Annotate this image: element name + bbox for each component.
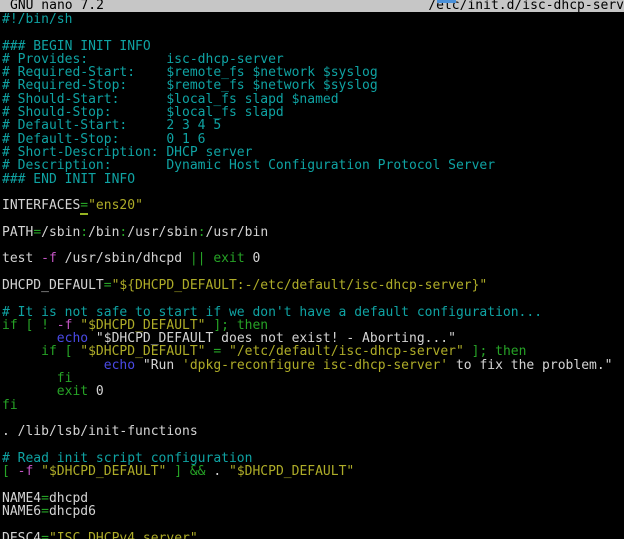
code-segment: echo bbox=[104, 358, 135, 373]
code-line: # Default-Stop: 0 1 6 bbox=[2, 133, 624, 146]
code-segment: 0 bbox=[88, 384, 104, 399]
code-line bbox=[2, 518, 624, 531]
code-line: if [ "$DHCPD_DEFAULT" = "/etc/default/is… bbox=[2, 345, 624, 358]
code-line bbox=[2, 239, 624, 252]
code-line: # Should-Stop: $local_fs slapd bbox=[2, 106, 624, 119]
code-line bbox=[2, 478, 624, 491]
code-segment: "ens20" bbox=[88, 198, 143, 213]
code-segment: "$DHCPD_DEFAULT" bbox=[41, 464, 166, 479]
code-segment: 0 bbox=[245, 251, 261, 266]
code-line: # Provides: isc-dhcp-server bbox=[2, 53, 624, 66]
code-segment: #!/bin/sh bbox=[2, 12, 72, 27]
code-segment: : bbox=[80, 225, 88, 240]
code-segment: -f bbox=[41, 251, 57, 266]
file-path-label: /etc/init.d/isc-dhcp-serv bbox=[428, 0, 624, 12]
code-segment: ] && bbox=[166, 464, 205, 479]
editor-area[interactable]: #!/bin/sh ### BEGIN INIT INFO# Provides:… bbox=[0, 12, 624, 539]
code-segment: = bbox=[41, 531, 49, 539]
code-line: ### END INIT INFO bbox=[2, 173, 624, 186]
code-segment: /usr/sbin bbox=[127, 225, 197, 240]
code-segment: DHCPD_DEFAULT bbox=[2, 278, 104, 293]
code-line bbox=[2, 266, 624, 279]
code-line: exit 0 bbox=[2, 385, 624, 398]
code-line bbox=[2, 212, 624, 225]
code-line: # Required-Stop: $remote_fs $network $sy… bbox=[2, 79, 624, 92]
code-line: fi bbox=[2, 399, 624, 412]
code-line: # Read init script configuration bbox=[2, 452, 624, 465]
code-segment: /usr/sbin/dhcpd bbox=[57, 251, 190, 266]
code-line: ### BEGIN INIT INFO bbox=[2, 40, 624, 53]
code-line: DHCPD_DEFAULT="${DHCPD_DEFAULT:-/etc/def… bbox=[2, 279, 624, 292]
code-segment bbox=[33, 464, 41, 479]
code-segment: ### END INIT INFO bbox=[2, 172, 135, 187]
code-line: test -f /usr/sbin/dhcpd || exit 0 bbox=[2, 252, 624, 265]
code-segment: 'dpkg-reconfigure isc-dhcp-server' bbox=[182, 358, 448, 373]
code-line: if [ ! -f "$DHCPD_DEFAULT" ]; then bbox=[2, 319, 624, 332]
text-cursor: = bbox=[80, 198, 88, 215]
code-segment: . /lib/lsb/init-functions bbox=[2, 424, 198, 439]
code-line: fi bbox=[2, 372, 624, 385]
code-line: # Should-Start: $local_fs slapd $named bbox=[2, 93, 624, 106]
code-line bbox=[2, 292, 624, 305]
code-line: NAME6=dhcpd6 bbox=[2, 505, 624, 518]
code-segment: to fix the problem." bbox=[448, 358, 612, 373]
code-segment: "${DHCPD_DEFAULT:-/etc/default/isc-dhcp-… bbox=[112, 278, 488, 293]
code-segment: "ISC DHCPv4 server" bbox=[49, 531, 198, 539]
code-segment: dhcpd6 bbox=[49, 504, 96, 519]
code-line: INTERFACES="ens20" bbox=[2, 199, 624, 212]
code-line: PATH=/sbin:/bin:/usr/sbin:/usr/bin bbox=[2, 226, 624, 239]
code-segment: -f bbox=[18, 464, 34, 479]
code-line: # Required-Start: $remote_fs $network $s… bbox=[2, 66, 624, 79]
code-segment: "$DHCPD_DEFAULT" bbox=[229, 464, 354, 479]
code-line: #!/bin/sh bbox=[2, 13, 624, 26]
code-line: . /lib/lsb/init-functions bbox=[2, 425, 624, 438]
code-segment: exit bbox=[57, 384, 88, 399]
code-segment bbox=[10, 464, 18, 479]
code-line: [ -f "$DHCPD_DEFAULT" ] && . "$DHCPD_DEF… bbox=[2, 465, 624, 478]
code-segment: || exit bbox=[190, 251, 245, 266]
code-segment: = bbox=[104, 278, 112, 293]
code-segment: = bbox=[41, 504, 49, 519]
code-line: NAME4=dhcpd bbox=[2, 492, 624, 505]
code-line: echo "$DHCPD_DEFAULT does not exist! - A… bbox=[2, 332, 624, 345]
code-segment: DESC4 bbox=[2, 531, 41, 539]
code-segment: /bin bbox=[88, 225, 119, 240]
code-segment: = bbox=[33, 225, 41, 240]
code-segment: . bbox=[206, 464, 229, 479]
code-segment: /usr/bin bbox=[206, 225, 269, 240]
code-line: echo "Run 'dpkg-reconfigure isc-dhcp-ser… bbox=[2, 359, 624, 372]
code-segment: "Run bbox=[135, 358, 182, 373]
code-line: # Default-Start: 2 3 4 5 bbox=[2, 119, 624, 132]
code-line: # Description: Dynamic Host Configuratio… bbox=[2, 159, 624, 172]
blue-accent-strip bbox=[437, 0, 456, 3]
code-line: # It is not safe to start if we don't ha… bbox=[2, 306, 624, 319]
code-line: # Short-Description: DHCP server bbox=[2, 146, 624, 159]
code-line bbox=[2, 186, 624, 199]
nano-titlebar: GNU nano 7.2 /etc/init.d/isc-dhcp-serv bbox=[0, 0, 624, 12]
code-line bbox=[2, 412, 624, 425]
terminal-window: GNU nano 7.2 /etc/init.d/isc-dhcp-serv #… bbox=[0, 0, 624, 539]
code-segment: INTERFACES bbox=[2, 198, 80, 213]
code-segment: /sbin bbox=[41, 225, 80, 240]
code-line bbox=[2, 26, 624, 39]
app-version-label: GNU nano 7.2 bbox=[10, 0, 104, 12]
code-line bbox=[2, 439, 624, 452]
code-segment: : bbox=[198, 225, 206, 240]
code-line: DESC4="ISC DHCPv4 server" bbox=[2, 532, 624, 539]
